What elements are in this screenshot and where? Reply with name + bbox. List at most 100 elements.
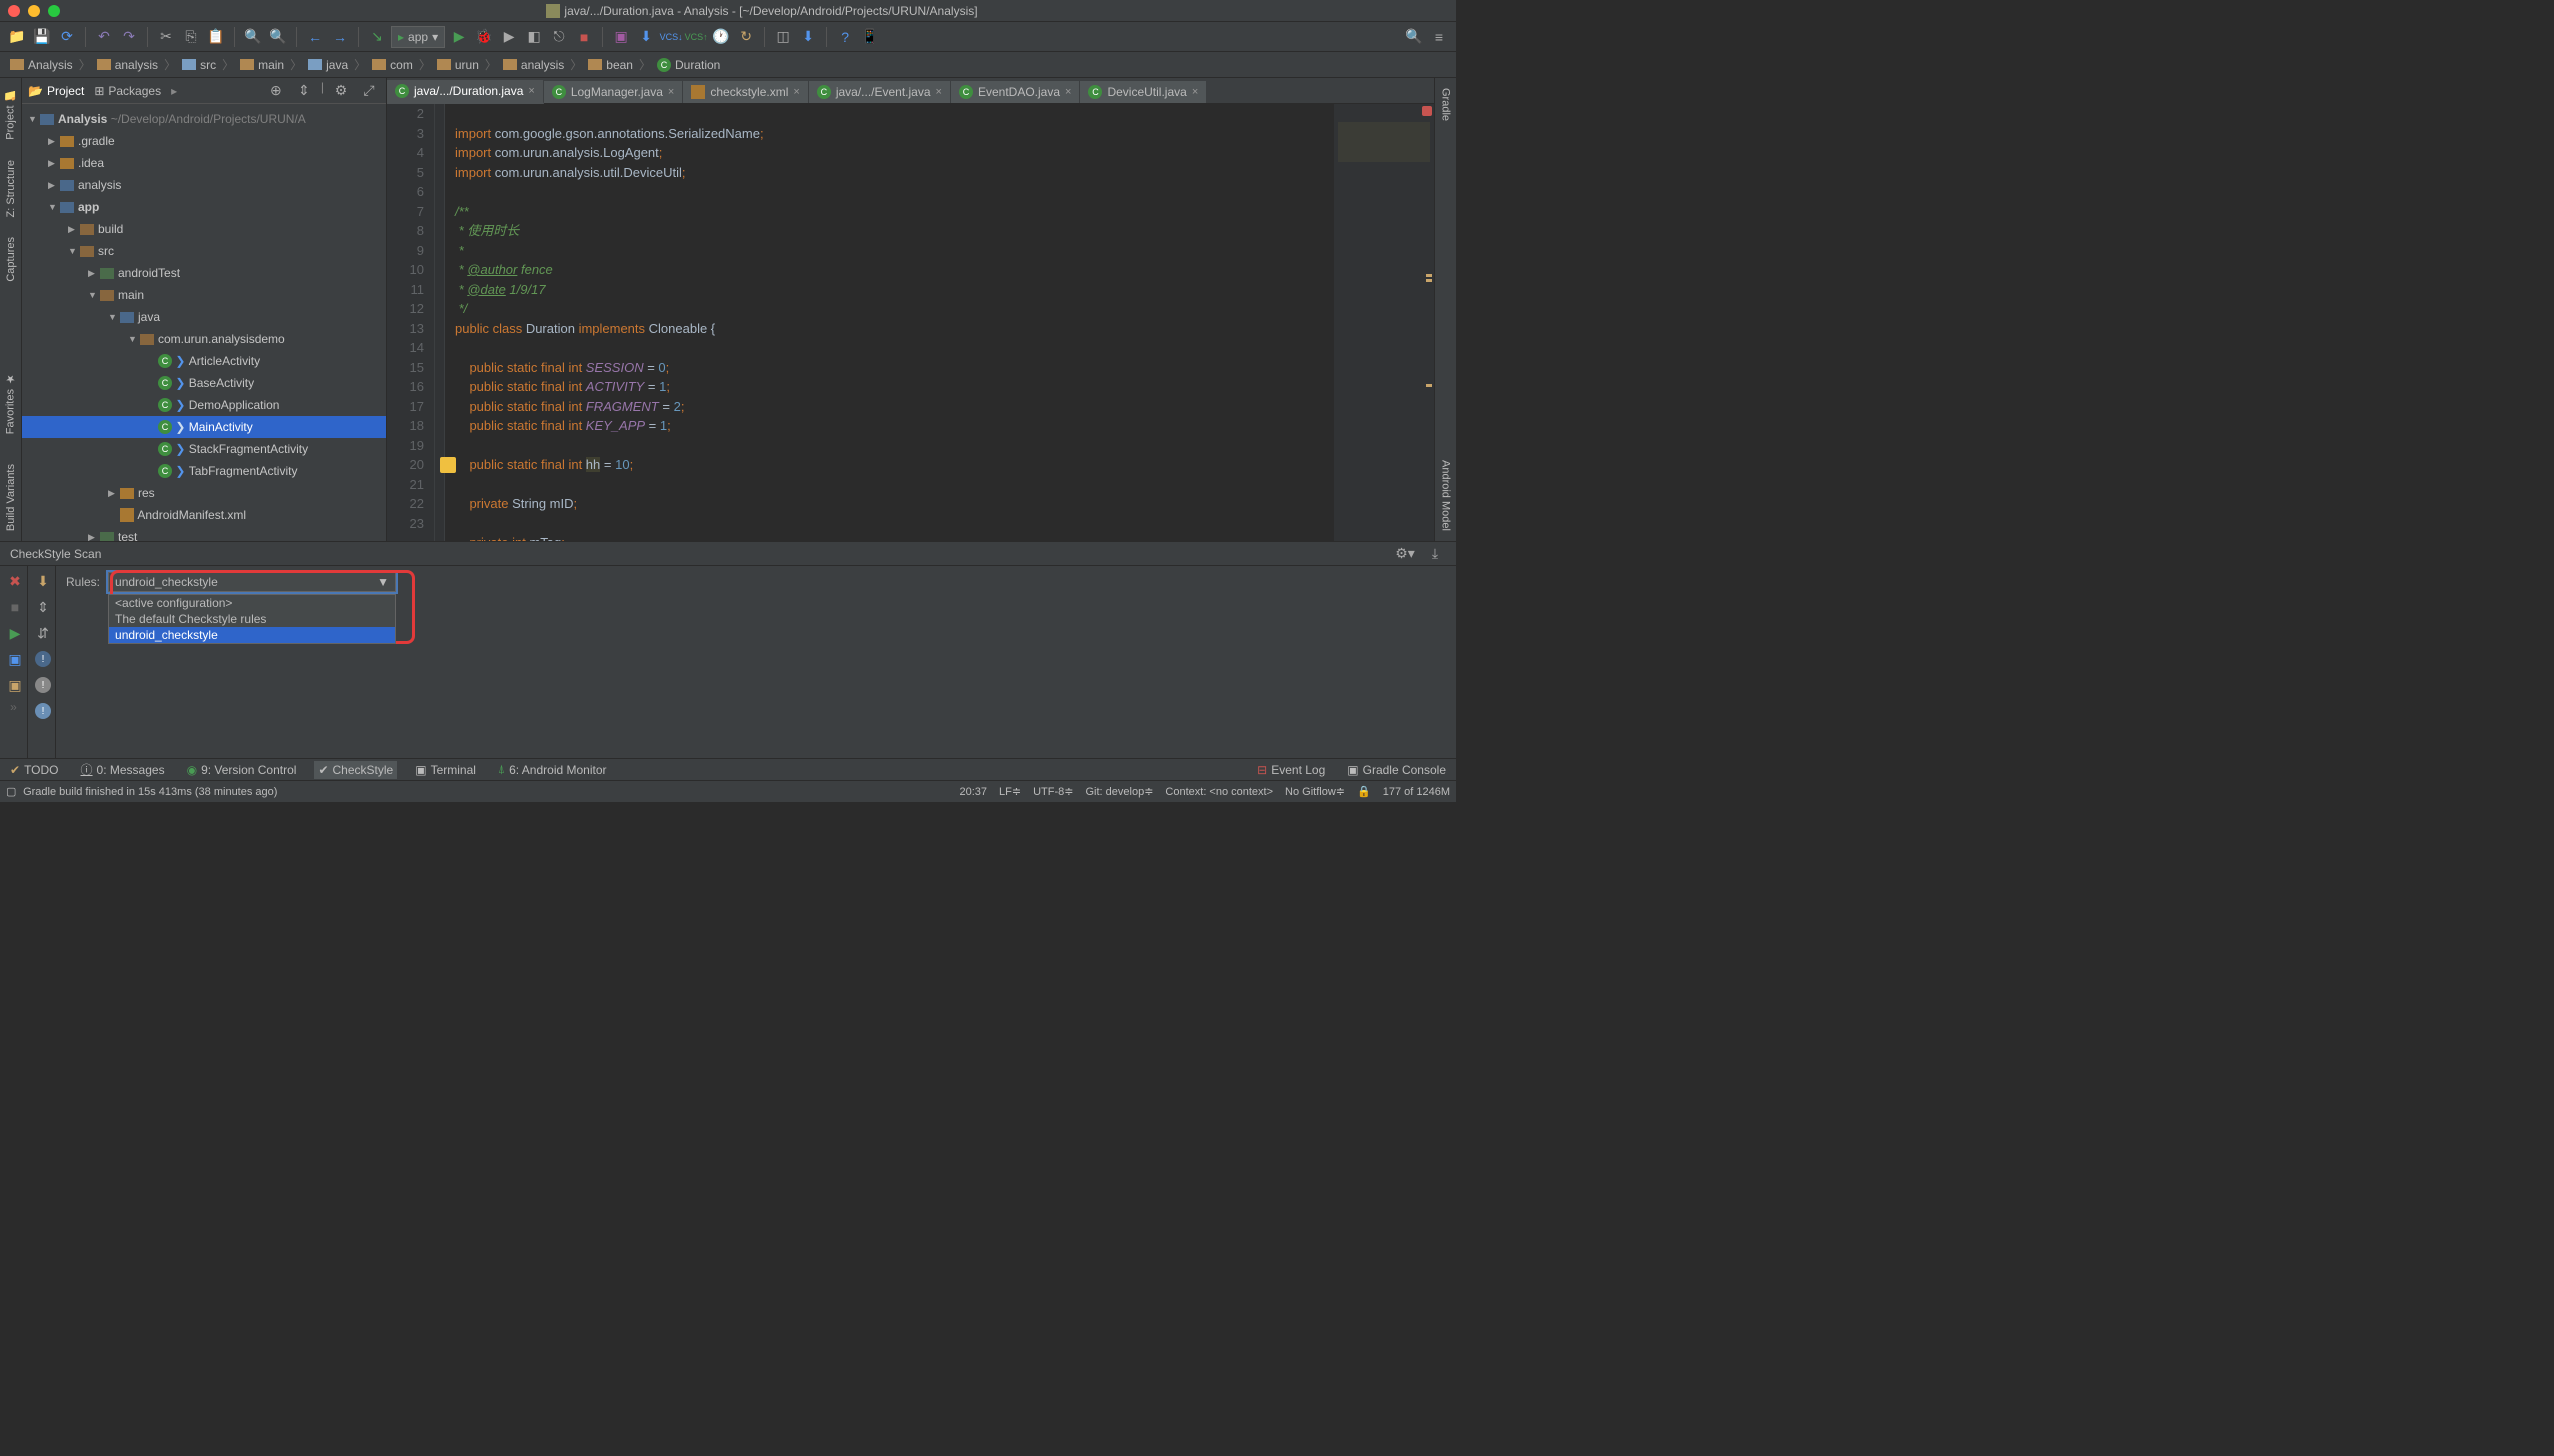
tool-captures[interactable]: Captures xyxy=(5,237,17,282)
close-icon[interactable]: × xyxy=(1065,86,1071,98)
editor-tab[interactable]: CDeviceUtil.java× xyxy=(1080,81,1207,103)
close-window[interactable] xyxy=(8,5,20,17)
rules-option[interactable]: <active configuration> xyxy=(109,595,395,611)
minimize-window[interactable] xyxy=(28,5,40,17)
layout-icon[interactable]: ◫ xyxy=(772,26,794,48)
tree-item-selected[interactable]: C ❯ MainActivity xyxy=(22,416,386,438)
tool-gradle[interactable]: Gradle xyxy=(1440,88,1452,121)
help-icon[interactable]: ? xyxy=(834,26,856,48)
breadcrumb-item[interactable]: java xyxy=(304,58,352,72)
save-icon[interactable]: 💾 xyxy=(31,26,53,48)
paste-icon[interactable]: 📋 xyxy=(205,26,227,48)
debug-icon[interactable]: 🐞 xyxy=(473,26,495,48)
rules-option[interactable]: The default Checkstyle rules xyxy=(109,611,395,627)
find-icon[interactable]: 🔍 xyxy=(242,26,264,48)
tree-item[interactable]: C ❯ ArticleActivity xyxy=(22,350,386,372)
rules-option[interactable]: undroid_checkstyle xyxy=(109,627,395,643)
tree-item[interactable]: ▶.idea xyxy=(22,152,386,174)
minimap[interactable] xyxy=(1334,104,1434,541)
rules-dropdown[interactable]: undroid_checkstyle▼ <active configuratio… xyxy=(108,572,396,592)
close-icon[interactable]: × xyxy=(668,86,674,98)
context[interactable]: Context: <no context> xyxy=(1165,786,1273,798)
error-indicator-icon[interactable] xyxy=(1422,106,1432,116)
search-everywhere-icon[interactable]: 🔍 xyxy=(1403,26,1425,48)
menu-icon[interactable]: ≡ xyxy=(1428,26,1450,48)
project-tab[interactable]: 📂 Project xyxy=(28,84,84,98)
line-separator[interactable]: LF≑ xyxy=(999,785,1021,798)
tool-structure[interactable]: Z: Structure xyxy=(5,160,17,217)
status-icon[interactable]: ▢ xyxy=(6,785,20,799)
breadcrumb-item[interactable]: CDuration xyxy=(653,58,724,72)
sdk-icon[interactable]: ⬇ xyxy=(635,26,657,48)
target-icon[interactable]: ⊕ xyxy=(265,80,287,102)
editor-tab[interactable]: Cjava/.../Duration.java× xyxy=(387,80,544,104)
tree-item[interactable]: C ❯ BaseActivity xyxy=(22,372,386,394)
attach-icon[interactable]: ⎋ xyxy=(548,26,570,48)
vcs-update-icon[interactable]: VCS↓ xyxy=(660,26,682,48)
tab-todo[interactable]: ✔TODO xyxy=(6,761,63,779)
editor-tab[interactable]: CLogManager.java× xyxy=(544,81,684,103)
gear-icon[interactable]: ⚙▾ xyxy=(1394,543,1416,565)
tree-item[interactable]: ▶test xyxy=(22,526,386,541)
breadcrumb-item[interactable]: bean xyxy=(584,58,637,72)
avd-icon[interactable]: ▣ xyxy=(610,26,632,48)
tree-item[interactable]: C ❯ DemoApplication xyxy=(22,394,386,416)
stop-scan-button[interactable]: ■ xyxy=(4,596,26,618)
play-button[interactable]: ▶ xyxy=(4,622,26,644)
run-config-selector[interactable]: ▸app▾ xyxy=(391,26,445,48)
close-icon[interactable]: × xyxy=(528,85,534,97)
profile-icon[interactable]: ◧ xyxy=(523,26,545,48)
tree-item[interactable]: ▼com.urun.analysisdemo xyxy=(22,328,386,350)
expand-all-button[interactable]: ⇕ xyxy=(32,596,54,618)
sync-icon[interactable]: ⟳ xyxy=(56,26,78,48)
gear-icon[interactable]: ⚙ xyxy=(330,80,352,102)
copy-icon[interactable]: ⎘ xyxy=(180,26,202,48)
tab-android-monitor[interactable]: ⍋ 6: Android Monitor xyxy=(494,760,611,779)
vcs-history-icon[interactable]: 🕐 xyxy=(710,26,732,48)
maximize-window[interactable] xyxy=(48,5,60,17)
tree-item[interactable]: ▼src xyxy=(22,240,386,262)
error-filter-button[interactable]: ! xyxy=(35,651,51,667)
tab-event-log[interactable]: ⊟ Event Log xyxy=(1253,761,1329,779)
replace-icon[interactable]: 🔍 xyxy=(267,26,289,48)
tree-item[interactable]: C ❯ TabFragmentActivity xyxy=(22,460,386,482)
memory-indicator[interactable]: 177 of 1246M xyxy=(1383,786,1450,798)
coverage-icon[interactable]: ▶ xyxy=(498,26,520,48)
close-icon[interactable]: × xyxy=(793,86,799,98)
open-icon[interactable]: 📁 xyxy=(6,26,28,48)
fold-gutter[interactable] xyxy=(435,104,445,541)
tree-item[interactable]: ▶res xyxy=(22,482,386,504)
close-icon[interactable]: × xyxy=(936,86,942,98)
tree-item[interactable]: ▼app xyxy=(22,196,386,218)
tab-terminal[interactable]: ▣ Terminal xyxy=(411,761,480,779)
tab-checkstyle[interactable]: ✔ CheckStyle xyxy=(314,761,397,779)
breadcrumb-item[interactable]: analysis xyxy=(499,58,568,72)
lock-icon[interactable]: 🔒 xyxy=(1357,785,1371,798)
project-tree[interactable]: ▼Analysis ~/Develop/Android/Projects/URU… xyxy=(22,104,386,541)
structure-icon[interactable]: ⬇ xyxy=(797,26,819,48)
tree-item[interactable]: AndroidManifest.xml xyxy=(22,504,386,526)
device-icon[interactable]: 📱 xyxy=(859,26,881,48)
tree-item[interactable]: ▶analysis xyxy=(22,174,386,196)
breadcrumb-item[interactable]: com xyxy=(368,58,417,72)
project-scan-button[interactable]: ▣ xyxy=(4,674,26,696)
run-icon[interactable]: ▶ xyxy=(448,26,470,48)
editor-tab[interactable]: Cjava/.../Event.java× xyxy=(809,81,951,103)
tree-item[interactable]: ▶build xyxy=(22,218,386,240)
back-icon[interactable]: ← xyxy=(304,26,326,48)
hide-icon[interactable]: ⤢ xyxy=(358,80,380,102)
editor-gutter[interactable]: 234567891011121314151617181920212223 xyxy=(387,104,435,541)
rules-dropdown-button[interactable]: undroid_checkstyle▼ xyxy=(108,572,396,592)
tab-messages[interactable]: ⓘ 0: Messages xyxy=(77,759,169,780)
make-icon[interactable]: ↘ xyxy=(366,26,388,48)
code-editor[interactable]: import com.google.gson.annotations.Seria… xyxy=(445,104,1334,541)
collapse-icon[interactable]: ⇕ xyxy=(293,80,315,102)
breadcrumb-item[interactable]: urun xyxy=(433,58,483,72)
tree-item[interactable]: ▶.gradle xyxy=(22,130,386,152)
tool-favorites[interactable]: Favorites★ xyxy=(4,372,17,434)
info-filter-button[interactable]: ! xyxy=(35,703,51,719)
tree-item[interactable]: ▼main xyxy=(22,284,386,306)
breadcrumb-item[interactable]: analysis xyxy=(93,58,162,72)
cut-icon[interactable]: ✂ xyxy=(155,26,177,48)
tree-item[interactable]: C ❯ StackFragmentActivity xyxy=(22,438,386,460)
